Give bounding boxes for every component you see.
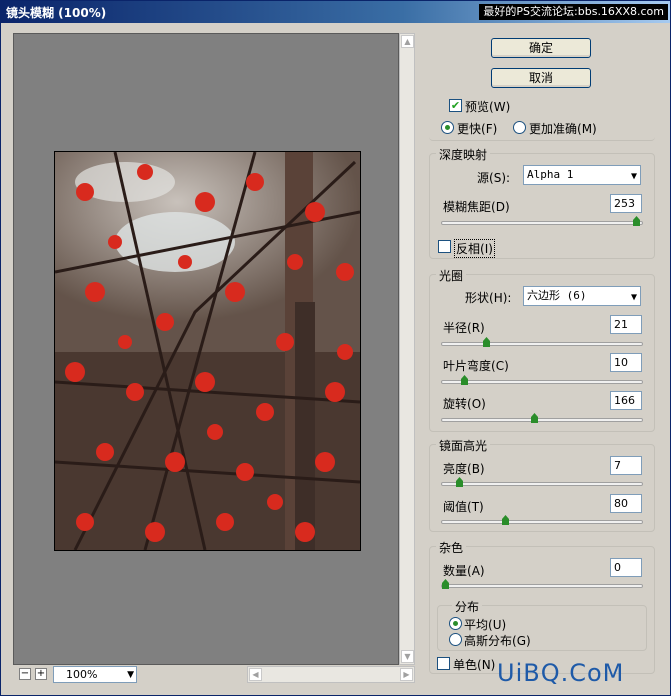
radius-input[interactable]: 21: [610, 315, 642, 334]
zoom-out-icon[interactable]: −: [19, 668, 31, 680]
scroll-down-icon[interactable]: ▼: [401, 650, 414, 663]
lens-blur-dialog: 镜头模糊 (100%) 最好的PS交流论坛:bbs.16XX8.com ▲ ▼ …: [0, 0, 671, 696]
zoom-bar: − + 100% ▼ ◀ ▶: [13, 666, 415, 684]
rotation-slider[interactable]: [441, 413, 643, 423]
source-value: Alpha 1: [527, 168, 574, 181]
radio-faster[interactable]: [441, 121, 454, 134]
blade-curvature-input[interactable]: 10: [610, 353, 642, 372]
dialog-title: 镜头模糊 (100%): [6, 6, 107, 20]
watermark-bottom: UiBQ.CoM: [497, 659, 625, 687]
rotation-label: 旋转(O): [443, 397, 486, 411]
chevron-down-icon: ▼: [630, 292, 637, 303]
watermark-top: 最好的PS交流论坛:bbs.16XX8.com: [479, 4, 668, 20]
shape-label: 形状(H):: [465, 291, 512, 305]
radio-uniform[interactable]: [449, 617, 462, 630]
chevron-down-icon: ▼: [127, 670, 134, 680]
preview-image: [54, 151, 361, 551]
blur-focal-distance-label: 模糊焦距(D): [443, 200, 510, 214]
scroll-right-icon[interactable]: ▶: [400, 668, 413, 681]
blade-curvature-label: 叶片弯度(C): [443, 359, 509, 373]
slider-thumb[interactable]: [456, 477, 463, 487]
scroll-left-icon[interactable]: ◀: [249, 668, 262, 681]
slider-thumb[interactable]: [633, 216, 640, 226]
tree-photo: [55, 152, 360, 550]
brightness-label: 亮度(B): [443, 462, 485, 476]
brightness-slider[interactable]: [441, 477, 643, 487]
preview-label: 预览(W): [465, 100, 511, 114]
shape-select[interactable]: 六边形 (6) ▼: [523, 286, 641, 306]
slider-thumb[interactable]: [461, 375, 468, 385]
chevron-down-icon: ▼: [630, 171, 637, 182]
specular-highlights-legend: 镜面高光: [436, 437, 491, 454]
source-label: 源(S):: [477, 171, 511, 185]
monochromatic-checkbox[interactable]: [437, 657, 450, 670]
titlebar: 镜头模糊 (100%) 最好的PS交流论坛:bbs.16XX8.com: [1, 1, 670, 23]
preview-horizontal-scrollbar[interactable]: ◀ ▶: [247, 666, 415, 683]
source-select[interactable]: Alpha 1 ▼: [523, 165, 641, 185]
threshold-slider[interactable]: [441, 515, 643, 525]
zoom-in-icon[interactable]: +: [35, 668, 47, 680]
amount-label: 数量(A): [443, 564, 485, 578]
preview-checkbox[interactable]: ✔: [449, 99, 462, 112]
amount-input[interactable]: 0: [610, 558, 642, 577]
radio-gaussian[interactable]: [449, 633, 462, 646]
zoom-level-value: 100%: [66, 668, 98, 681]
depth-map-legend: 深度映射: [436, 146, 491, 163]
radio-uniform-label: 平均(U): [464, 618, 507, 632]
radio-more-accurate-label: 更加准确(M): [529, 122, 597, 136]
slider-thumb[interactable]: [442, 579, 449, 589]
invert-checkbox[interactable]: [438, 240, 451, 253]
invert-label: 反相(I): [454, 239, 495, 258]
blur-focal-distance-input[interactable]: 253: [610, 194, 642, 213]
preview-vertical-scrollbar[interactable]: ▲ ▼: [399, 33, 415, 665]
zoom-level-select[interactable]: 100% ▼: [53, 666, 137, 683]
threshold-label: 阈值(T): [443, 500, 484, 514]
preview-canvas[interactable]: [13, 33, 399, 665]
rotation-input[interactable]: 166: [610, 391, 642, 410]
blur-focal-distance-slider[interactable]: [441, 216, 643, 226]
ok-button[interactable]: 确定: [491, 38, 591, 58]
threshold-input[interactable]: 80: [610, 494, 642, 513]
distribution-legend: 分布: [452, 598, 483, 615]
brightness-input[interactable]: 7: [610, 456, 642, 475]
radio-faster-label: 更快(F): [457, 122, 498, 136]
shape-value: 六边形 (6): [527, 289, 587, 302]
blade-curvature-slider[interactable]: [441, 375, 643, 385]
amount-slider[interactable]: [441, 579, 643, 589]
noise-legend: 杂色: [436, 539, 467, 556]
slider-thumb[interactable]: [483, 337, 490, 347]
radio-gaussian-label: 高斯分布(G): [464, 634, 531, 648]
iris-legend: 光圈: [436, 267, 467, 284]
slider-thumb[interactable]: [502, 515, 509, 525]
monochromatic-label: 单色(N): [453, 658, 496, 672]
radius-slider[interactable]: [441, 337, 643, 347]
slider-thumb[interactable]: [531, 413, 538, 423]
scroll-up-icon[interactable]: ▲: [401, 35, 414, 48]
cancel-button[interactable]: 取消: [491, 68, 591, 88]
radius-label: 半径(R): [443, 321, 485, 335]
radio-more-accurate[interactable]: [513, 121, 526, 134]
